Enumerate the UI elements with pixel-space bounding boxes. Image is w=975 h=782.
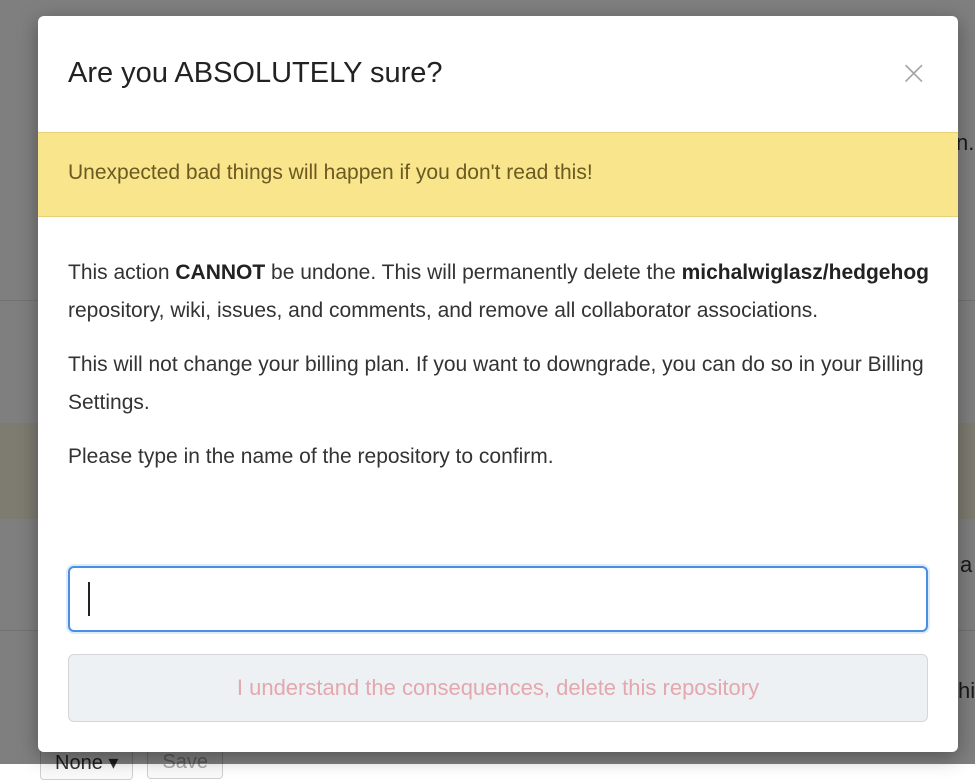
delete-repository-button[interactable]: I understand the consequences, delete th… — [68, 654, 928, 722]
text-caret — [88, 582, 90, 616]
close-icon[interactable]: × — [900, 56, 929, 90]
billing-paragraph: This will not change your billing plan. … — [68, 353, 924, 414]
repository-name-confirm-input[interactable] — [68, 566, 928, 632]
dialog-header: Are you ABSOLUTELY sure? × — [38, 16, 958, 133]
confirm-instruction: Please type in the name of the repositor… — [68, 445, 554, 468]
cannot-emphasis: CANNOT — [175, 261, 266, 284]
consequences-paragraph: This action CANNOT be undone. This will … — [68, 254, 930, 330]
consequences-text: repository, wiki, issues, and comments, … — [68, 299, 819, 322]
warning-message: Unexpected bad things will happen if you… — [68, 161, 593, 184]
consequences-text: be undone. This will permanently delete … — [265, 261, 682, 284]
dialog-title: Are you ABSOLUTELY sure? — [68, 57, 443, 89]
consequences-text: This action — [68, 261, 176, 284]
warning-flash: Unexpected bad things will happen if you… — [38, 132, 958, 217]
repository-name: michalwiglasz/hedgehog — [681, 261, 929, 284]
dialog-body: This action CANNOT be undone. This will … — [68, 254, 930, 492]
